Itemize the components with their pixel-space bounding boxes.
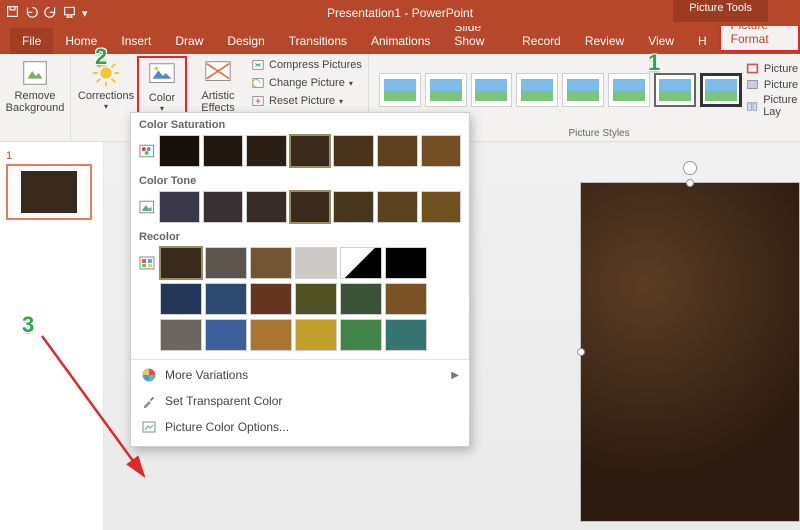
color-swatch[interactable] [295, 283, 337, 315]
section-recolor: Recolor [131, 225, 469, 245]
color-swatch[interactable] [290, 135, 331, 167]
ribbon-tabs: File Home Insert Draw Design Transitions… [0, 26, 800, 54]
tab-file[interactable]: File [10, 28, 53, 54]
more-variations-item[interactable]: More Variations ▶ [131, 362, 469, 388]
color-swatch[interactable] [203, 135, 244, 167]
redo-icon[interactable] [44, 5, 57, 21]
remove-background-button[interactable]: Remove Background [4, 56, 66, 116]
color-swatch[interactable] [159, 135, 200, 167]
slide-thumb-1[interactable] [6, 164, 92, 220]
tab-transitions[interactable]: Transitions [277, 28, 359, 54]
change-icon [251, 76, 265, 90]
section-color-saturation: Color Saturation [131, 113, 469, 133]
color-swatch[interactable] [246, 191, 287, 223]
picture-styles-gallery[interactable]: Picture Bo Picture Ef Picture Lay [373, 56, 800, 118]
layout-icon [746, 100, 758, 113]
selected-picture[interactable] [580, 182, 800, 522]
recolor-picker-icon[interactable] [139, 255, 155, 271]
context-tab-picture-tools: Picture Tools [673, 0, 768, 22]
qat-more-icon[interactable]: ▾ [82, 7, 88, 20]
picture-layout-button[interactable]: Picture Lay [746, 94, 800, 118]
compress-pictures-button[interactable]: Compress Pictures [251, 58, 362, 72]
color-swatch[interactable] [160, 247, 202, 279]
remove-background-icon [20, 58, 50, 88]
reset-icon [251, 94, 265, 108]
border-icon [746, 62, 759, 75]
color-swatch[interactable] [377, 135, 418, 167]
tab-draw[interactable]: Draw [163, 28, 215, 54]
tab-animations[interactable]: Animations [359, 28, 442, 54]
picture-effects-button[interactable]: Picture Ef [746, 78, 800, 91]
color-swatch[interactable] [340, 319, 382, 351]
color-dropdown: Color Saturation Color Tone Recolor More… [130, 112, 470, 447]
resize-handle-top[interactable] [686, 179, 694, 187]
quick-access-toolbar: ▾ [0, 5, 88, 21]
color-swatch[interactable] [250, 247, 292, 279]
tab-view[interactable]: View [636, 28, 686, 54]
slide-thumbnails[interactable]: 1 [0, 142, 104, 530]
tab-review[interactable]: Review [573, 28, 636, 54]
color-swatch[interactable] [205, 283, 247, 315]
tone-picker-icon[interactable] [139, 199, 154, 215]
change-picture-button[interactable]: Change Picture ▾ [251, 76, 362, 90]
corrections-button[interactable]: Corrections▾ [75, 56, 137, 113]
color-button[interactable]: Color▾ [137, 56, 187, 115]
color-wheel-icon [141, 367, 157, 383]
color-swatch[interactable] [421, 191, 462, 223]
color-swatch[interactable] [333, 191, 374, 223]
color-swatch[interactable] [250, 283, 292, 315]
color-swatch[interactable] [290, 191, 331, 223]
picture-border-button[interactable]: Picture Bo [746, 62, 800, 75]
resize-handle-left[interactable] [577, 348, 585, 356]
color-swatch[interactable] [160, 283, 202, 315]
color-swatch[interactable] [421, 135, 462, 167]
slide-number: 1 [6, 150, 12, 162]
brightness-icon [91, 58, 121, 88]
tab-record[interactable]: Record [510, 28, 573, 54]
tab-help[interactable]: H [686, 28, 719, 54]
color-swatch[interactable] [385, 283, 427, 315]
compress-icon [251, 58, 265, 72]
color-swatch[interactable] [205, 247, 247, 279]
color-swatch[interactable] [203, 191, 244, 223]
color-swatch[interactable] [246, 135, 287, 167]
color-swatch[interactable] [340, 247, 382, 279]
group-background: Remove Background [0, 54, 71, 141]
save-icon[interactable] [6, 5, 19, 21]
artistic-icon [203, 58, 233, 88]
color-swatch[interactable] [385, 319, 427, 351]
section-color-tone: Color Tone [131, 169, 469, 189]
reset-picture-button[interactable]: Reset Picture ▾ [251, 94, 362, 108]
effects-icon [746, 78, 759, 91]
eyedropper-icon [141, 393, 157, 409]
color-swatch[interactable] [160, 319, 202, 351]
set-transparent-color-item[interactable]: Set Transparent Color [131, 388, 469, 414]
color-swatch[interactable] [159, 191, 200, 223]
chevron-right-icon: ▶ [451, 370, 459, 381]
tab-home[interactable]: Home [53, 28, 109, 54]
options-icon [141, 419, 157, 435]
picture-style-extras: Picture Bo Picture Ef Picture Lay [746, 62, 800, 118]
color-swatch[interactable] [205, 319, 247, 351]
color-swatch[interactable] [333, 135, 374, 167]
saturation-picker-icon[interactable] [139, 143, 154, 159]
tab-design[interactable]: Design [215, 28, 276, 54]
titlebar: ▾ Presentation1 - PowerPoint Picture Too… [0, 0, 800, 26]
color-swatch[interactable] [250, 319, 292, 351]
color-swatch[interactable] [385, 247, 427, 279]
start-icon[interactable] [63, 5, 76, 21]
color-swatch[interactable] [295, 247, 337, 279]
color-swatch[interactable] [295, 319, 337, 351]
rotate-handle[interactable] [683, 161, 697, 175]
undo-icon[interactable] [25, 5, 38, 21]
color-swatch[interactable] [377, 191, 418, 223]
color-swatch[interactable] [340, 283, 382, 315]
tab-insert[interactable]: Insert [109, 28, 163, 54]
picture-color-options-item[interactable]: Picture Color Options... [131, 414, 469, 440]
picture-color-icon [147, 60, 177, 90]
